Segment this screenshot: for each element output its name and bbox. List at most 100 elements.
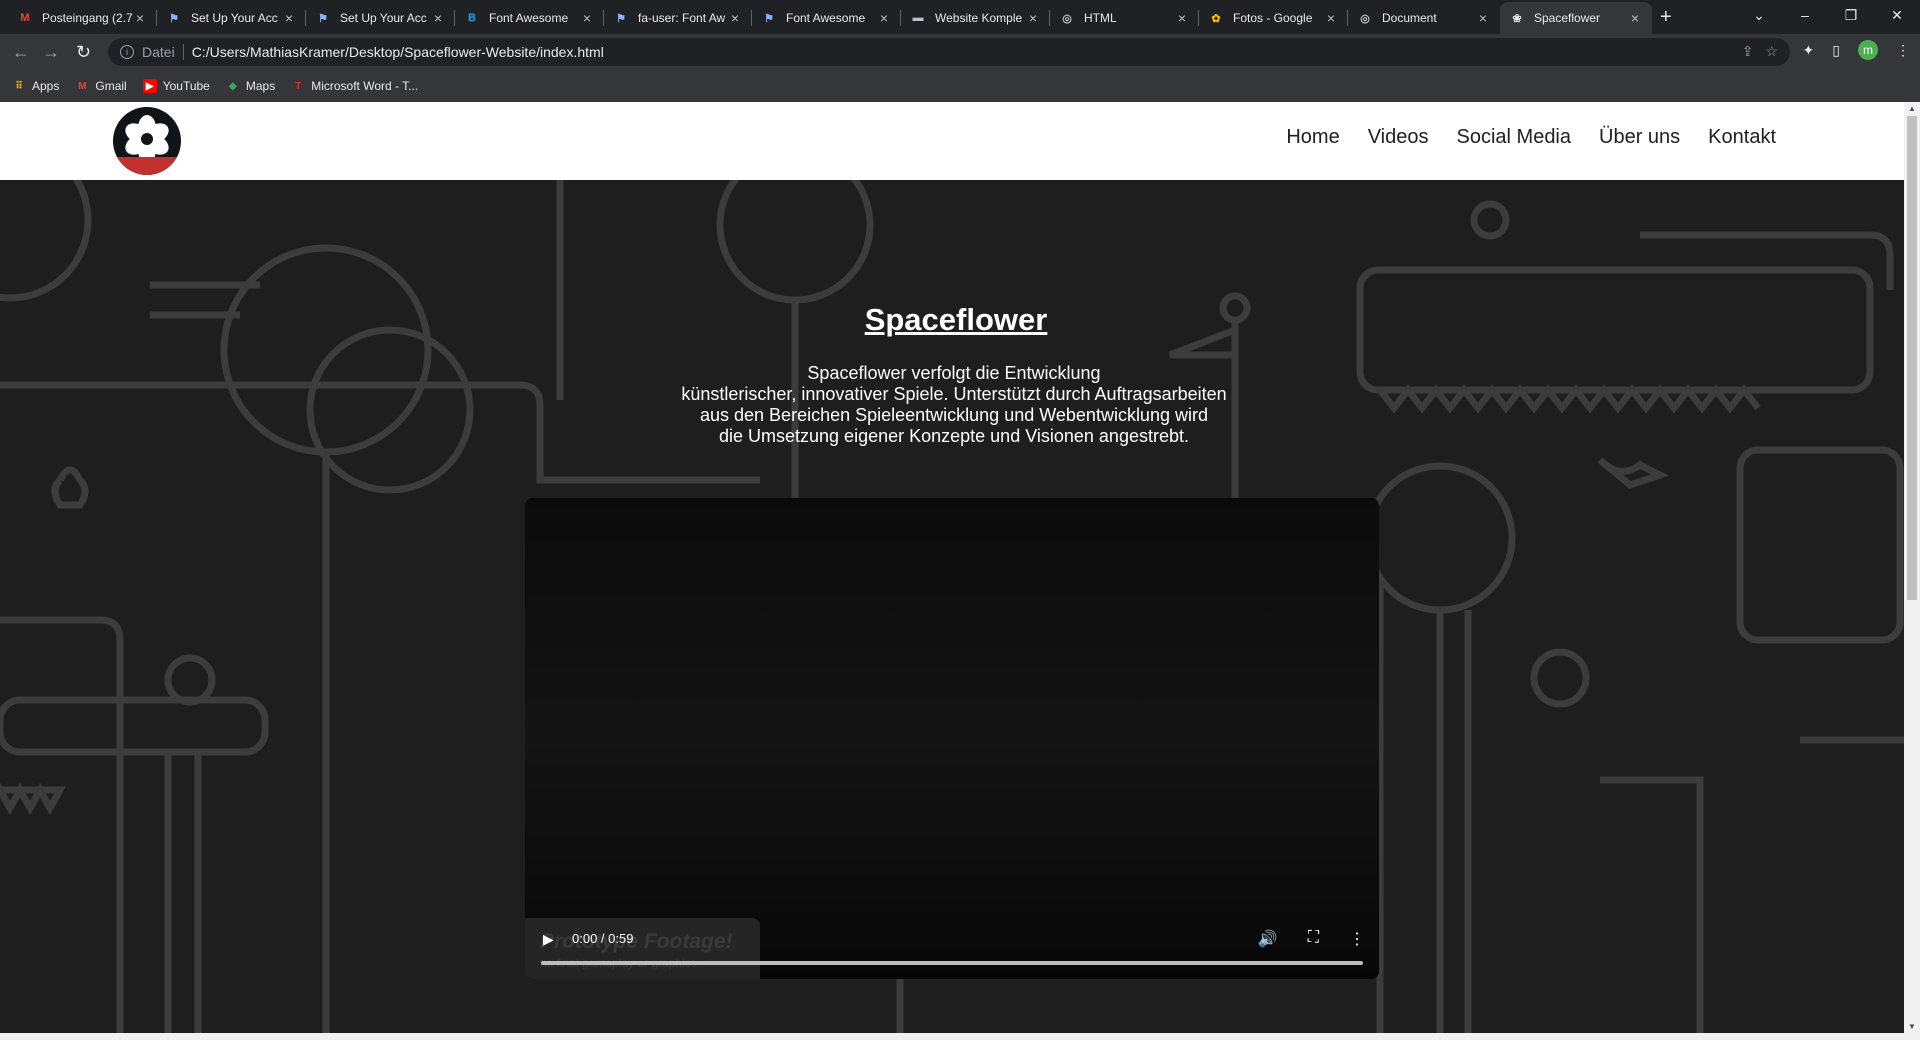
hero-line: Spaceflower verfolgt die Entwicklung [807,363,1101,383]
nav-videos[interactable]: Videos [1368,126,1429,149]
youtube-icon: ▶ [142,79,157,93]
tab-strip: M Posteingang (2.7 × ⚑ Set Up Your Acc × ⚑ Set … [0,0,1920,34]
browser-tab[interactable]: ⚑ Font Awesome × [752,2,901,34]
window-controls: ⌄ – ❐ ✕ [1736,0,1920,30]
nav-home[interactable]: Home [1286,126,1339,149]
photos-icon: ✿ [1211,12,1221,25]
tab-close-icon[interactable]: × [1026,10,1040,26]
video-player[interactable]: Prototype Footage! no final gameplay or … [525,498,1379,979]
bookmark-item[interactable]: T Microsoft Word - T... [291,79,418,93]
play-icon[interactable]: ▶ [543,931,557,947]
browser-tab[interactable]: ◎ Document × [1348,2,1500,34]
back-button[interactable]: ← [12,42,30,63]
video-time: 0:00 / 0:59 [572,931,634,946]
side-panel-icon[interactable]: ▯ [1832,42,1840,59]
browser-tab[interactable]: ⚑ Set Up Your Acc × [306,2,455,34]
tab-close-icon[interactable]: × [431,10,445,26]
tab-search-icon[interactable]: ⌄ [1736,0,1782,30]
bookmark-item[interactable]: ◆ Maps [226,79,275,93]
spaceflower-logo[interactable] [113,107,181,175]
browser-tab[interactable]: M Posteingang (2.7 × [8,2,157,34]
browser-tab[interactable]: ◎ HTML × [1050,2,1199,34]
spaceflower-icon: ❀ [1512,12,1522,25]
maps-icon: ◆ [229,80,237,92]
bookmark-item[interactable]: ▶ YouTube [142,79,210,93]
tab-close-icon[interactable]: × [877,10,891,26]
flag-icon: ⚑ [318,12,328,25]
hero-line: aus den Bereichen Spieleentwicklung und … [700,405,1208,425]
share-icon[interactable]: ⇪ [1742,43,1754,60]
tab-close-icon[interactable]: × [133,10,147,26]
new-tab-button[interactable]: + [1660,6,1672,29]
globe-icon: ◎ [1062,12,1072,25]
reload-button[interactable]: ↻ [76,42,91,63]
nav-kontakt[interactable]: Kontakt [1708,126,1776,149]
flag-icon: ⚑ [764,12,774,25]
tab-separator [751,10,752,26]
forward-button[interactable]: → [42,42,60,63]
bookmark-label: Gmail [95,79,127,93]
scroll-up-arrow[interactable]: ▲ [1908,104,1916,113]
horizontal-scroll-strip [0,1033,1920,1040]
tab-separator [454,10,455,26]
volume-icon[interactable]: 🔊 [1258,929,1278,949]
apps-grid-icon: ⠿ [15,80,23,92]
browser-tab[interactable]: B Font Awesome × [455,2,604,34]
nav-ueber-uns[interactable]: Über uns [1599,126,1680,149]
url-text[interactable]: C:/Users/MathiasKramer/Desktop/Spaceflow… [192,44,604,60]
browser-tab[interactable]: ⚑ fa-user: Font Aw × [604,2,752,34]
tab-close-icon[interactable]: × [282,10,296,26]
tab-separator [305,10,306,26]
logo-core [141,133,153,145]
menu-kebab-icon[interactable]: ⋮ [1896,42,1910,59]
browser-tab[interactable]: ▬ Website Komple × [901,2,1050,34]
logo-red-base [113,157,181,175]
tab-separator [1049,10,1050,26]
close-window-button[interactable]: ✕ [1874,0,1920,30]
hero-line: die Umsetzung eigener Konzepte und Visio… [719,426,1189,446]
tab-separator [603,10,604,26]
nav-social-media[interactable]: Social Media [1457,126,1572,149]
tab-close-icon[interactable]: × [580,10,594,26]
extensions-icon[interactable]: ✦ [1803,42,1815,59]
tab-close-icon[interactable]: × [1324,10,1338,26]
info-icon[interactable]: i [120,45,134,59]
page-viewport: Home Videos Social Media Über uns Kontak… [0,102,1904,1033]
browser-tab[interactable]: ⚑ Set Up Your Acc × [157,2,306,34]
browser-chrome: M Posteingang (2.7 × ⚑ Set Up Your Acc × ⚑ Set … [0,0,1920,102]
word-icon: T [295,80,302,92]
tab-close-icon[interactable]: × [1628,10,1642,26]
video-progress-bar[interactable] [541,961,1363,965]
gmail-icon: M [20,12,30,24]
tab-close-icon[interactable]: × [1175,10,1189,26]
profile-avatar[interactable]: m [1858,40,1878,60]
browser-tab[interactable]: ❀ Spaceflower × [1500,2,1652,34]
fullscreen-icon[interactable]: ⛶ [1308,929,1319,949]
bookmark-star-icon[interactable]: ☆ [1765,43,1778,60]
tab-title: fa-user: Font Aw [638,11,726,25]
tab-separator [1198,10,1199,26]
scroll-down-arrow[interactable]: ▼ [1908,1022,1916,1031]
tab-close-icon[interactable]: × [728,10,742,26]
hero-description: Spaceflower verfolgt die Entwicklung kün… [0,363,1904,447]
site-header: Home Videos Social Media Über uns Kontak… [0,102,1904,180]
flag-icon: ⚑ [616,12,626,25]
page-scrollbar[interactable]: ▲ ▼ [1904,102,1920,1033]
tab-close-icon[interactable]: × [1476,10,1490,26]
more-options-icon[interactable]: ⋮ [1349,929,1365,949]
tab-title: Set Up Your Acc [340,11,427,25]
scrollbar-thumb[interactable] [1907,116,1917,600]
restore-button[interactable]: ❐ [1828,0,1874,30]
bookmark-label: Apps [32,79,60,93]
tab-title: Spaceflower [1534,11,1601,25]
browser-tab[interactable]: ✿ Fotos - Google × [1199,2,1348,34]
bookmark-item[interactable]: M Gmail [75,79,127,93]
minimize-button[interactable]: – [1782,0,1828,30]
globe-icon: ◎ [1360,12,1370,25]
video-frame[interactable] [525,498,1379,979]
bookmark-item[interactable]: ⠿ Apps [12,79,59,93]
divider [182,44,184,60]
tab-separator [156,10,157,26]
bookmark-label: Microsoft Word - T... [311,79,419,93]
address-bar[interactable]: i Datei C:/Users/MathiasKramer/Desktop/S… [108,38,1790,66]
